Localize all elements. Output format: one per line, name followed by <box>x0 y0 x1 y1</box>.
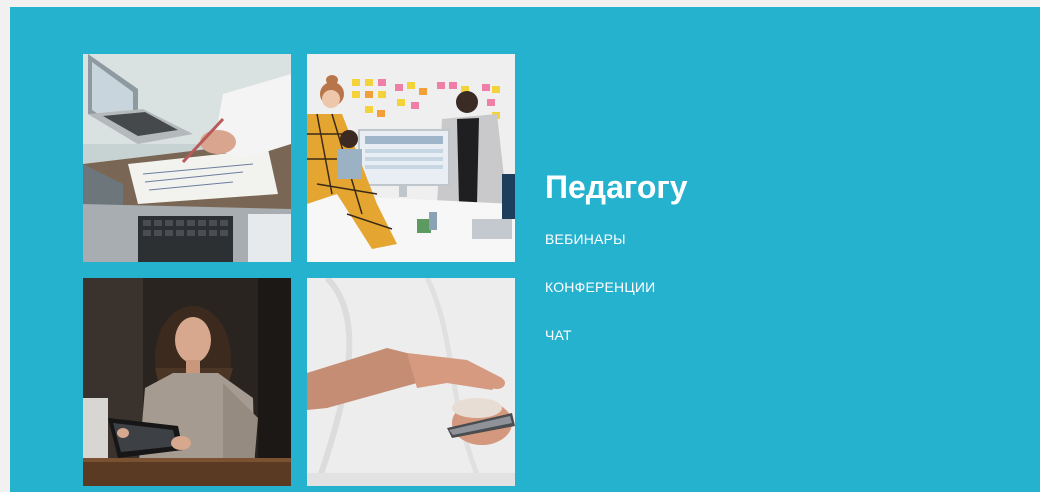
hand-phone-image <box>307 278 515 486</box>
laptops-desk-image <box>83 54 291 262</box>
conferences-link[interactable]: КОНФЕРЕНЦИИ <box>545 279 687 295</box>
section-menu: Педагогу ВЕБИНАРЫ КОНФЕРЕНЦИИ ЧАТ <box>545 167 687 375</box>
section-title: Педагогу <box>545 169 688 205</box>
team-meeting-photo[interactable] <box>307 54 515 262</box>
woman-with-tablet-photo[interactable] <box>83 278 291 486</box>
woman-with-tablet-image <box>83 278 291 486</box>
teacher-section: Педагогу ВЕБИНАРЫ КОНФЕРЕНЦИИ ЧАТ <box>10 7 1040 492</box>
chat-link[interactable]: ЧАТ <box>545 327 687 343</box>
team-meeting-image <box>307 54 515 262</box>
hand-phone-photo[interactable] <box>307 278 515 486</box>
webinars-link[interactable]: ВЕБИНАРЫ <box>545 231 687 247</box>
laptops-desk-photo[interactable] <box>83 54 291 262</box>
